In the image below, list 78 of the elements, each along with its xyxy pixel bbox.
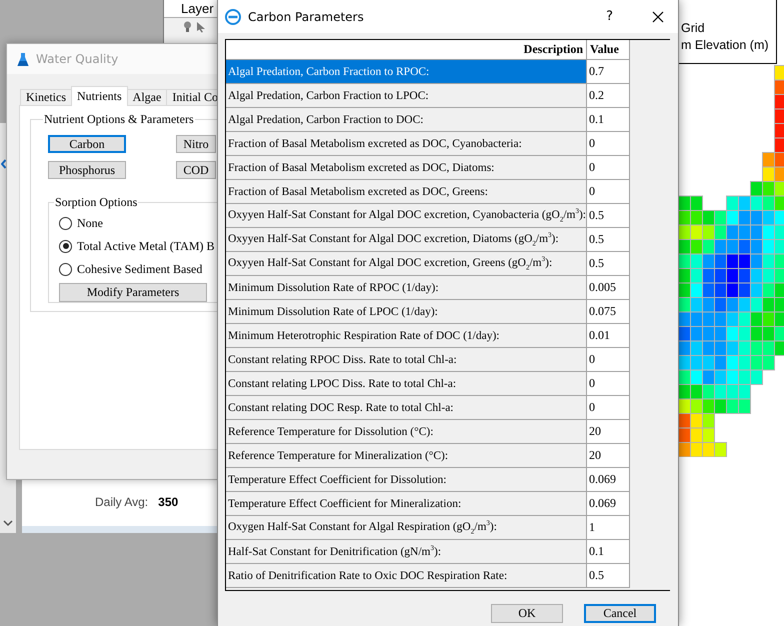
description-cell[interactable]: Reference Temperature for Mineralization (°C): bbox=[226, 444, 586, 468]
value-cell[interactable]: 0.075 bbox=[586, 300, 630, 324]
radio-label: Total Active Metal (TAM) B bbox=[77, 238, 215, 254]
description-cell[interactable]: Oxygen Half-Sat Constant for Algal Respiration (gO$_{2}$/m$^{3}$): bbox=[226, 516, 586, 540]
tab[interactable]: Nutrients bbox=[71, 86, 128, 106]
nutrient-button[interactable]: COD bbox=[176, 161, 216, 179]
description-cell[interactable]: Constant relating DOC Resp. Rate to total Chl-a: bbox=[226, 396, 586, 420]
value-cell[interactable]: 0 bbox=[586, 396, 630, 420]
group-title: Nutrient Options & Parameters bbox=[43, 112, 195, 127]
lightbulb-icon[interactable] bbox=[183, 21, 192, 33]
value-cell[interactable]: 0 bbox=[586, 372, 630, 396]
legend-label: Grid bbox=[681, 20, 706, 37]
value-cell[interactable]: 0 bbox=[586, 180, 630, 204]
value-cell[interactable]: 1 bbox=[586, 516, 630, 540]
description-cell[interactable]: Fraction of Basal Metabolism excreted as DOC, Diatoms: bbox=[226, 156, 586, 180]
cursor-icon[interactable] bbox=[196, 21, 206, 33]
description-cell[interactable]: Oxyyen Half-Sat Constant for Algal DOC excretion, Greens (gO$_{2}$/m$^{3}$): bbox=[226, 252, 586, 276]
description-cell[interactable]: Oxyyen Half-Sat Constant for Algal DOC excretion, Diatoms (gO$_{2}$/m$^{3}$): bbox=[226, 228, 586, 252]
daily-avg-label: Daily Avg: bbox=[95, 495, 148, 509]
value-cell[interactable]: 0.7 bbox=[586, 60, 630, 84]
legend-label: m Elevation (m) bbox=[681, 37, 770, 54]
dialog-button[interactable]: Cancel bbox=[584, 604, 656, 623]
value-cell[interactable]: 0.2 bbox=[586, 84, 630, 108]
value-cell[interactable]: 0.5 bbox=[586, 228, 630, 252]
value-cell[interactable]: 20 bbox=[586, 420, 630, 444]
description-cell[interactable]: Algal Predation, Carbon Fraction to DOC: bbox=[226, 108, 586, 132]
value-cell[interactable]: 0.069 bbox=[586, 468, 630, 492]
chevron-left-icon[interactable] bbox=[1, 159, 6, 169]
description-cell[interactable]: Minimum Dissolution Rate of LPOC (1/day): bbox=[226, 300, 586, 324]
value-cell[interactable]: 0.1 bbox=[586, 540, 630, 564]
nutrient-button[interactable]: Nitro bbox=[176, 135, 216, 153]
tab[interactable]: Algae bbox=[126, 89, 168, 106]
radio-label: None bbox=[77, 216, 103, 230]
radio-button[interactable] bbox=[59, 240, 72, 252]
value-cell[interactable]: 0 bbox=[586, 132, 630, 156]
column-header: Value bbox=[586, 40, 630, 60]
radio-label: Cohesive Sediment Based bbox=[77, 262, 202, 276]
value-cell[interactable]: 0 bbox=[586, 156, 630, 180]
description-cell[interactable]: Constant relating LPOC Diss. Rate to total Chl-a: bbox=[226, 372, 586, 396]
value-cell[interactable]: 0.5 bbox=[586, 564, 630, 588]
description-cell[interactable]: Fraction of Basal Metabolism excreted as DOC, Cyanobacteria: bbox=[226, 132, 586, 156]
description-cell[interactable]: Temperature Effect Coefficient for Dissolution: bbox=[226, 468, 586, 492]
description-cell[interactable]: Oxyyen Half-Sat Constant for Algal DOC excretion, Cyanobacteria (gO$_{2}$/m$^{3}$): bbox=[226, 204, 586, 228]
description-cell[interactable]: Half-Sat Constant for Denitrification (gN/m$^{3}$): bbox=[226, 540, 586, 564]
window-title: Water Quality bbox=[36, 52, 118, 66]
description-cell[interactable]: Algal Predation, Carbon Fraction to RPOC: bbox=[226, 60, 586, 84]
dialog-icon bbox=[225, 8, 241, 24]
description-cell[interactable]: Fraction of Basal Metabolism excreted as DOC, Greens: bbox=[226, 180, 586, 204]
value-cell[interactable]: 0.069 bbox=[586, 492, 630, 516]
description-cell[interactable]: Constant relating RPOC Diss. Rate to total Chl-a: bbox=[226, 348, 586, 372]
value-cell[interactable]: 0.005 bbox=[586, 276, 630, 300]
description-cell[interactable]: Temperature Effect Coefficient for Mineralization: bbox=[226, 492, 586, 516]
nutrient-button[interactable]: Carbon bbox=[48, 135, 126, 153]
description-cell[interactable]: Ratio of Denitrification Rate to Oxic DOC Respiration Rate: bbox=[226, 564, 586, 588]
value-cell[interactable]: 0.5 bbox=[586, 204, 630, 228]
group-title: Sorption Options bbox=[54, 195, 138, 210]
help-button[interactable]: ? bbox=[602, 9, 617, 24]
radio-button[interactable] bbox=[59, 262, 72, 276]
description-cell[interactable]: Algal Predation, Carbon Fraction to LPOC: bbox=[226, 84, 586, 108]
description-cell[interactable]: Reference Temperature for Dissolution (°C): bbox=[226, 420, 586, 444]
daily-avg-value: 350 bbox=[158, 495, 178, 509]
tab[interactable]: Kinetics bbox=[20, 89, 72, 106]
close-icon[interactable] bbox=[652, 10, 664, 22]
value-cell[interactable]: 20 bbox=[586, 444, 630, 468]
chevron-down-icon[interactable] bbox=[3, 520, 13, 527]
description-cell[interactable]: Minimum Heterotrophic Respiration Rate of DOC (1/day): bbox=[226, 324, 586, 348]
radio-button[interactable] bbox=[59, 216, 72, 230]
column-header: Description bbox=[226, 40, 586, 60]
value-cell[interactable]: 0.5 bbox=[586, 252, 630, 276]
value-cell[interactable]: 0.1 bbox=[586, 108, 630, 132]
modify-parameters-button[interactable]: Modify Parameters bbox=[59, 283, 207, 302]
dialog-title: Carbon Parameters bbox=[248, 10, 365, 24]
flask-icon bbox=[17, 52, 29, 66]
dialog-button[interactable]: OK bbox=[491, 604, 563, 623]
value-cell[interactable]: 0 bbox=[586, 348, 630, 372]
value-cell[interactable]: 0.01 bbox=[586, 324, 630, 348]
description-cell[interactable]: Minimum Dissolution Rate of RPOC (1/day): bbox=[226, 276, 586, 300]
nutrient-button[interactable]: Phosphorus bbox=[48, 161, 126, 179]
